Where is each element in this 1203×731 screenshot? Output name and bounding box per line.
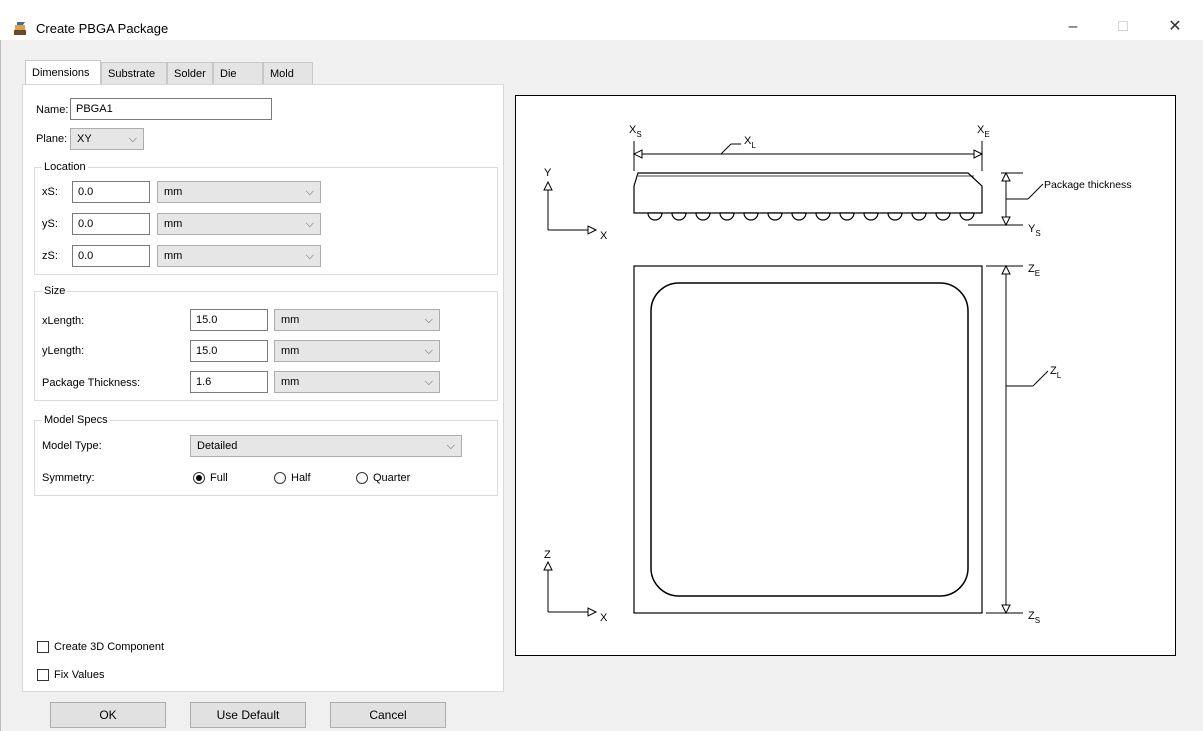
package-diagram: XS XE XL Y X Package thickness YS ZE ZL — [515, 95, 1176, 656]
zs-label: zS: — [42, 250, 58, 262]
x-axis-label: X — [600, 230, 608, 242]
symmetry-quarter-label[interactable]: Quarter — [373, 469, 410, 487]
minimize-button[interactable]: – — [1050, 14, 1096, 40]
ylength-unit-select[interactable]: mm ⌵ — [274, 340, 440, 362]
use-default-button[interactable]: Use Default — [190, 702, 306, 728]
ys-subscript: S — [1035, 229, 1040, 238]
solder-balls — [647, 212, 975, 221]
plane-select[interactable]: XY ⌵ — [70, 128, 144, 150]
xlength-unit-value: mm — [281, 314, 300, 326]
package-thickness-unit-value: mm — [281, 376, 300, 388]
chevron-down-icon: ⌵ — [305, 186, 314, 198]
diagram-canvas: XS XE XL Y X Package thickness YS ZE ZL — [543, 124, 1132, 625]
xs-unit-value: mm — [164, 186, 183, 198]
zs-unit-select[interactable]: mm ⌵ — [157, 245, 321, 267]
chevron-down-icon: ⌵ — [305, 218, 314, 230]
symmetry-half-label[interactable]: Half — [291, 469, 311, 487]
xlength-input[interactable]: 15.0 — [190, 309, 268, 331]
xs-label: XS — [629, 124, 642, 139]
zs-input[interactable]: 0.0 — [72, 245, 150, 267]
close-button[interactable]: ✕ — [1152, 14, 1198, 40]
zs-unit-value: mm — [164, 250, 183, 262]
radio-selected-dot — [196, 475, 202, 481]
ok-button[interactable]: OK — [50, 702, 166, 728]
package-thickness-unit-select[interactable]: mm ⌵ — [274, 371, 440, 393]
fix-values-label[interactable]: Fix Values — [54, 666, 105, 684]
zl-subscript: L — [1057, 371, 1062, 380]
zs-subscript: S — [1035, 616, 1040, 625]
symmetry-full-label[interactable]: Full — [210, 469, 228, 487]
create-3d-label[interactable]: Create 3D Component — [54, 638, 164, 656]
package-thickness-annotation: Package thickness — [1044, 179, 1132, 191]
model-specs-title: Model Specs — [42, 413, 110, 427]
maximize-button[interactable]: □ — [1100, 14, 1146, 40]
chevron-down-icon: ⌵ — [424, 376, 433, 388]
xlength-unit-select[interactable]: mm ⌵ — [274, 309, 440, 331]
z-axis-label: Z — [544, 549, 551, 561]
package-thickness-input[interactable]: 1.6 — [190, 371, 268, 393]
fix-values-checkbox[interactable] — [37, 669, 49, 681]
xl-label: XL — [744, 135, 756, 150]
create-3d-checkbox[interactable] — [37, 641, 49, 653]
xs-subscript: S — [636, 130, 641, 139]
window-border — [0, 40, 1, 731]
model-type-select[interactable]: Detailed ⌵ — [190, 435, 462, 457]
tab-die[interactable]: Die — [213, 62, 263, 84]
ylength-input[interactable]: 15.0 — [190, 340, 268, 362]
xs-input[interactable]: 0.0 — [72, 181, 150, 203]
chevron-down-icon: ⌵ — [424, 314, 433, 326]
symmetry-half-radio[interactable] — [274, 472, 286, 484]
name-input[interactable]: PBGA1 — [70, 98, 272, 120]
zl-label: ZL — [1050, 365, 1062, 380]
xe-subscript: E — [984, 130, 989, 139]
ze-subscript: E — [1035, 269, 1040, 278]
tab-dimensions[interactable]: Dimensions — [25, 60, 101, 85]
tab-solder[interactable]: Solder — [167, 62, 213, 84]
ys-label: yS: — [42, 218, 58, 230]
xlength-label: xLength: — [42, 315, 85, 327]
symmetry-label: Symmetry: — [42, 472, 95, 484]
xe-label: XE — [977, 124, 990, 139]
tab-substrate[interactable]: Substrate — [101, 62, 167, 84]
package-side-view — [633, 172, 983, 214]
ylength-label: yLength: — [42, 345, 85, 357]
x-axis-label-bottom: X — [600, 612, 608, 624]
ys-label: YS — [1028, 223, 1041, 238]
ys-unit-select[interactable]: mm ⌵ — [157, 213, 321, 235]
symmetry-full-radio[interactable] — [193, 472, 205, 484]
xs-unit-select[interactable]: mm ⌵ — [157, 181, 321, 203]
location-title: Location — [42, 160, 88, 174]
symmetry-quarter-radio[interactable] — [356, 472, 368, 484]
chevron-down-icon: ⌵ — [446, 440, 455, 452]
plane-value: XY — [77, 133, 92, 145]
xl-subscript: L — [751, 141, 756, 150]
ys-unit-value: mm — [164, 218, 183, 230]
ze-label: ZE — [1028, 263, 1040, 278]
die-outline — [650, 282, 969, 597]
window-title: Create PBGA Package — [36, 21, 169, 36]
chevron-down-icon: ⌵ — [424, 345, 433, 357]
size-title: Size — [42, 284, 68, 298]
package-thickness-label: Package Thickness: — [42, 377, 141, 389]
cancel-button[interactable]: Cancel — [330, 702, 446, 728]
name-label: Name: — [36, 104, 69, 116]
tab-mold[interactable]: Mold — [263, 62, 313, 84]
model-type-value: Detailed — [197, 440, 238, 452]
plane-label: Plane: — [36, 133, 68, 145]
model-specs-group — [34, 420, 498, 496]
app-icon — [12, 20, 32, 38]
ys-input[interactable]: 0.0 — [72, 213, 150, 235]
zs-label: ZS — [1028, 610, 1040, 625]
ylength-unit-value: mm — [281, 345, 300, 357]
model-type-label: Model Type: — [42, 440, 102, 452]
xs-label: xS: — [42, 186, 58, 198]
chevron-down-icon: ⌵ — [305, 250, 314, 262]
y-axis-label: Y — [544, 167, 552, 179]
title-bar — [0, 0, 1203, 40]
chevron-down-icon: ⌵ — [128, 133, 137, 145]
